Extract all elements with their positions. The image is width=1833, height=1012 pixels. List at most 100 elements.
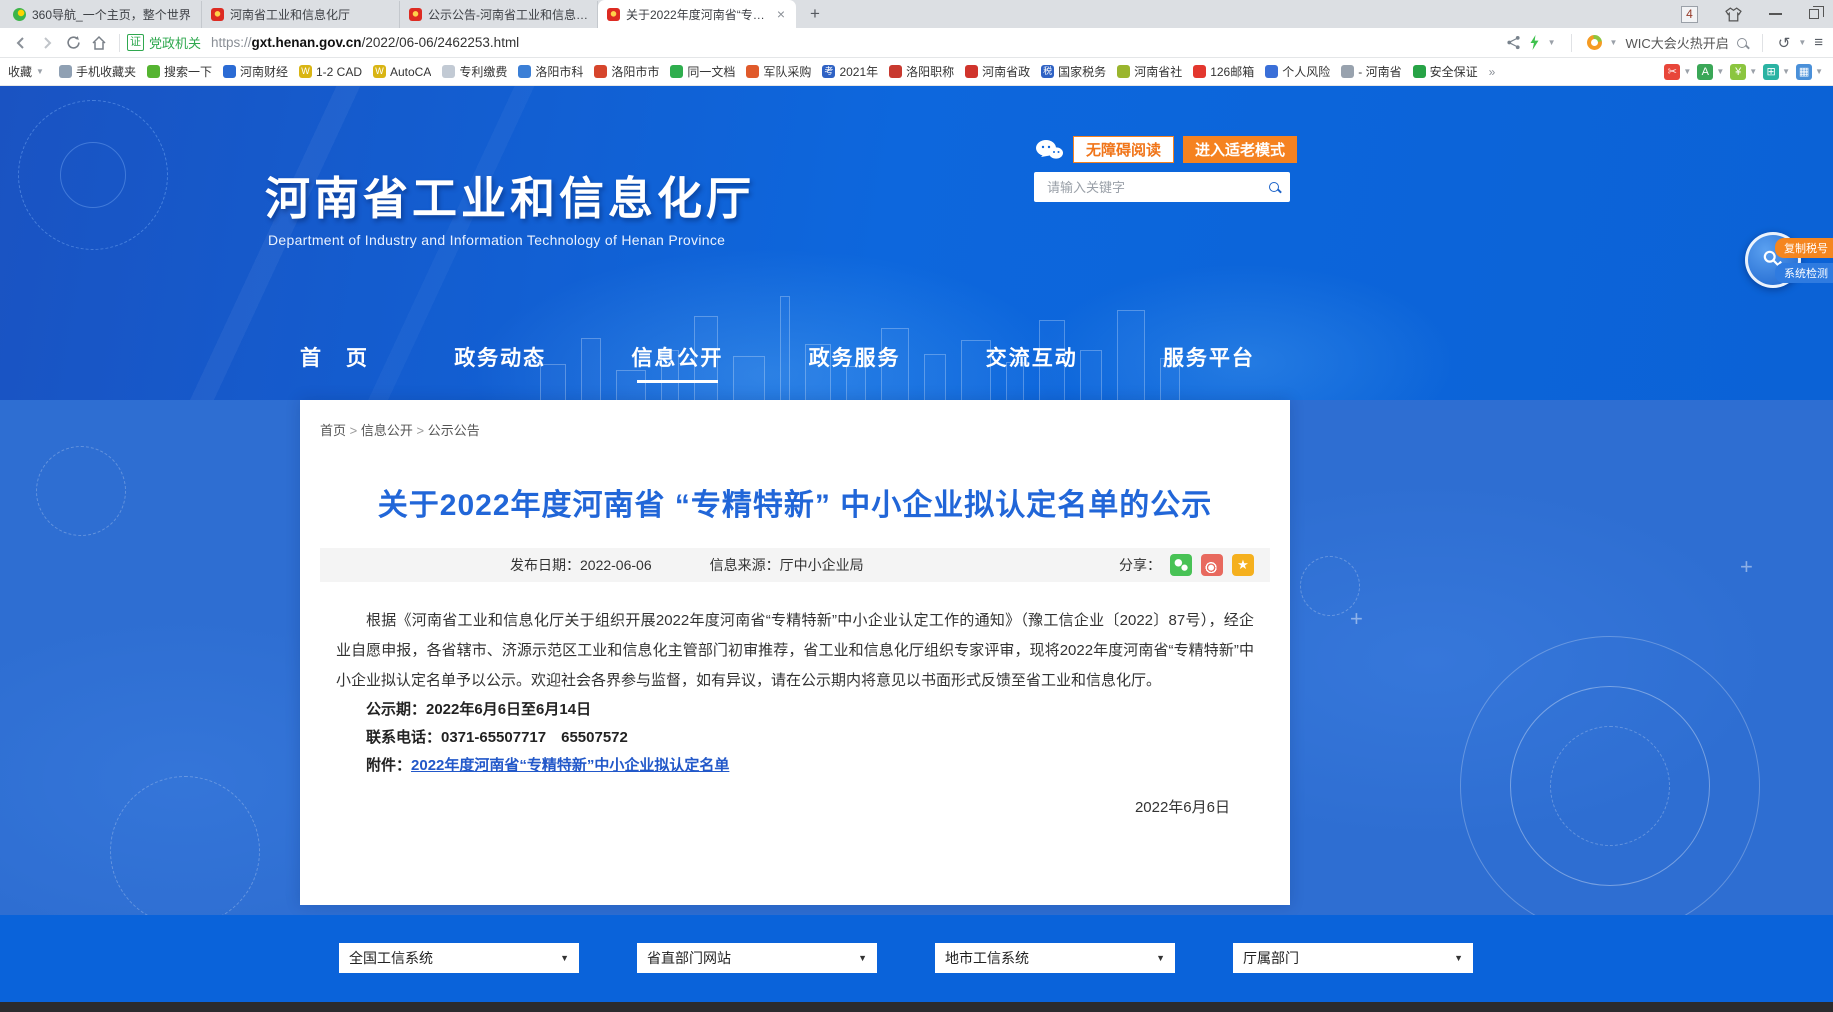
tab-title: 公示公告-河南省工业和信息化厅 (428, 6, 588, 23)
chevron-down-icon[interactable]: ▼ (1798, 38, 1806, 47)
extension-item[interactable]: ▦ ▼ (1796, 64, 1823, 80)
bookmark-item[interactable]: 专利缴费 (442, 63, 507, 80)
url-field[interactable]: https://gxt.henan.gov.cn/2022/06-06/2462… (211, 35, 1506, 50)
site-search-box (1034, 172, 1290, 202)
back-icon[interactable] (8, 30, 34, 56)
bookmark-item[interactable]: 军队采购 (746, 63, 811, 80)
breadcrumb-link[interactable]: 信息公开 (361, 423, 428, 438)
bookmark-item[interactable]: 手机收藏夹 (59, 63, 136, 80)
nav-item[interactable]: 首 页 (300, 342, 369, 387)
forward-icon[interactable] (34, 30, 60, 56)
site-header: 河南省工业和信息化厅 Department of Industry and In… (0, 86, 1833, 400)
bookmark-item[interactable]: 河南省政 (965, 63, 1030, 80)
bookmark-item[interactable]: 126邮箱 (1193, 63, 1254, 80)
wechat-icon[interactable] (1034, 138, 1064, 162)
bookmark-item[interactable]: W 1-2 CAD (299, 65, 362, 79)
browser-tab[interactable]: 公示公告-河南省工业和信息化厅 × (400, 1, 598, 28)
elder-mode-button[interactable]: 进入适老模式 (1183, 136, 1297, 163)
undo-icon[interactable]: ↺ (1778, 34, 1791, 52)
nav-item[interactable]: 政务服务 (809, 342, 901, 387)
speed-lightning-icon[interactable] (1529, 35, 1540, 50)
copy-tax-number-button[interactable]: 复制税号 (1775, 238, 1833, 258)
bookmark-item[interactable]: 洛阳职称 (889, 63, 954, 80)
bookmark-favicon (1341, 65, 1354, 78)
breadcrumb-link[interactable]: 公示公告 (428, 423, 480, 438)
window-controls: 4 (1681, 6, 1833, 23)
footer-select[interactable]: 厅属部门 ▼ (1233, 943, 1473, 973)
deco-ring (110, 776, 260, 926)
theme-shirt-icon[interactable] (1725, 7, 1742, 22)
bookmark-item[interactable]: 洛阳市科 (518, 63, 583, 80)
nav-item[interactable]: 交流互动 (986, 342, 1078, 387)
extension-item[interactable]: ¥ ▼ (1730, 64, 1757, 80)
menu-icon[interactable]: ≡ (1814, 34, 1823, 51)
breadcrumb: 首页 信息公开 公示公告 (300, 400, 1290, 452)
search-engine-360-icon[interactable] (1587, 35, 1602, 50)
bookmark-item[interactable]: 税 国家税务 (1041, 63, 1106, 80)
browser-tab[interactable]: 360导航_一个主页，整个世界 × (4, 1, 202, 28)
extension-icon[interactable]: ¥ (1730, 64, 1746, 80)
site-favicon (607, 8, 620, 21)
notice-period-line: 公示期：2022年6月6日至6月14日 (336, 696, 1254, 724)
browser-tab[interactable]: 河南省工业和信息化厅 × (202, 1, 400, 28)
footer-select[interactable]: 全国工信系统 ▼ (339, 943, 579, 973)
browser-tab[interactable]: 关于2022年度河南省“专精特新” × (598, 0, 796, 28)
bookmark-item[interactable]: 洛阳市市 (594, 63, 659, 80)
reload-icon[interactable] (60, 30, 86, 56)
extension-item[interactable]: A ▼ (1697, 64, 1724, 80)
site-favicon (211, 8, 224, 21)
chevron-down-icon[interactable]: ▼ (1548, 38, 1556, 47)
share-wechat-icon[interactable] (1170, 554, 1192, 576)
site-logo-subtitle: Department of Industry and Information T… (268, 232, 725, 248)
footer-select[interactable]: 省直部门网站 ▼ (637, 943, 877, 973)
attachment-label: 附件： (366, 757, 411, 774)
extension-icon[interactable]: ✂ (1664, 64, 1680, 80)
bookmark-item[interactable]: 安全保证 (1413, 63, 1478, 80)
search-icon[interactable] (1737, 38, 1747, 48)
accessibility-reading-button[interactable]: 无障碍阅读 (1073, 136, 1174, 163)
site-search-input[interactable] (1045, 179, 1261, 196)
bookmarks-overflow-icon[interactable]: » (1489, 65, 1496, 79)
bookmark-item[interactable]: 考 2021年 (822, 63, 878, 80)
bookmark-item[interactable]: 个人风险 (1265, 63, 1330, 80)
extension-item[interactable]: ⊞ ▼ (1763, 64, 1790, 80)
minimize-button[interactable] (1769, 13, 1782, 15)
bookmark-item[interactable]: - 河南省 (1341, 63, 1401, 80)
share-icon[interactable] (1506, 35, 1521, 50)
deco-plus: + (1740, 554, 1753, 580)
favorites-menu[interactable]: 收藏▼ (8, 63, 44, 80)
bookmark-favicon (1193, 65, 1206, 78)
site-cert-badge[interactable]: 证 (127, 34, 144, 51)
bookmark-item[interactable]: 同一文档 (670, 63, 735, 80)
restore-button[interactable] (1809, 9, 1819, 19)
share-qzone-icon[interactable]: ★ (1232, 554, 1254, 576)
footer-dark-strip (0, 1002, 1833, 1012)
chevron-down-icon: ▼ (1749, 67, 1757, 76)
extension-item[interactable]: ✂ ▼ (1664, 64, 1691, 80)
footer-select[interactable]: 地市工信系统 ▼ (935, 943, 1175, 973)
new-tab-button[interactable]: + (796, 4, 834, 24)
bookmark-item[interactable]: 搜索一下 (147, 63, 212, 80)
tab-count-badge[interactable]: 4 (1681, 6, 1698, 23)
site-footer: 全国工信系统 ▼ 省直部门网站 ▼ 地市工信系统 ▼ 厅属部门 (0, 915, 1833, 1002)
breadcrumb-link[interactable]: 首页 (320, 423, 361, 438)
bookmark-item[interactable]: W AutoCA (373, 65, 431, 79)
share-weibo-icon[interactable] (1201, 554, 1223, 576)
extension-icon[interactable]: ⊞ (1763, 64, 1779, 80)
nav-item[interactable]: 服务平台 (1163, 342, 1255, 387)
bookmark-item[interactable]: 河南财经 (223, 63, 288, 80)
home-icon[interactable] (86, 30, 112, 56)
search-icon[interactable] (1269, 182, 1279, 192)
nav-item[interactable]: 政务动态 (454, 342, 546, 387)
page-viewport: + + 河南省工业和信息化厅 Department of Industry an… (0, 86, 1833, 1012)
system-check-button[interactable]: 系统检测 (1775, 263, 1833, 283)
tab-close-icon[interactable]: × (775, 6, 787, 22)
extension-icon[interactable]: A (1697, 64, 1713, 80)
extension-icon[interactable]: ▦ (1796, 64, 1812, 80)
address-bar: 证 党政机关 https://gxt.henan.gov.cn/2022/06-… (0, 28, 1833, 58)
bookmark-item[interactable]: 河南省社 (1117, 63, 1182, 80)
nav-item[interactable]: 信息公开 (631, 342, 723, 387)
chevron-down-icon[interactable]: ▼ (1610, 38, 1618, 47)
omnibox-search-hint[interactable]: WIC大会火热开启 (1625, 33, 1728, 52)
attachment-link[interactable]: 2022年度河南省“专精特新”中小企业拟认定名单 (411, 757, 729, 774)
